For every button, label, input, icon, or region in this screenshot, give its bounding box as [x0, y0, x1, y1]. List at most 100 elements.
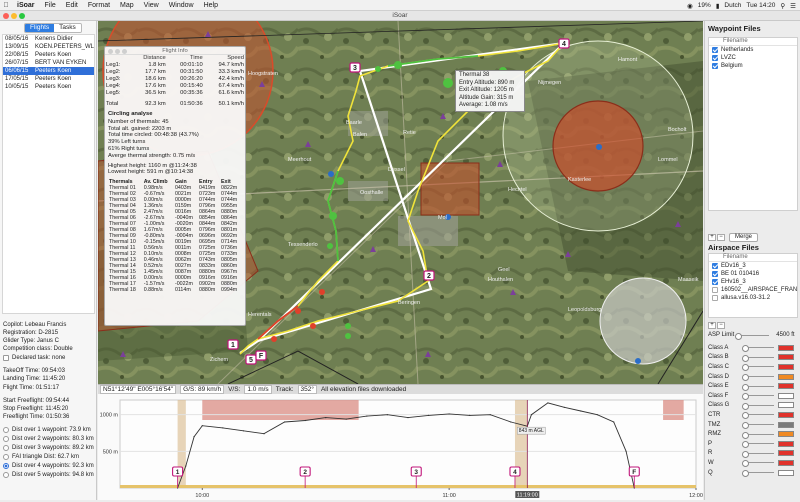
airspace-class-color-well[interactable] [778, 392, 794, 399]
checkbox[interactable] [712, 287, 718, 293]
airspace-file-row[interactable]: allusa.v16.03-31.2 [709, 294, 797, 302]
add-waypoint-button[interactable]: + [708, 234, 716, 241]
distance-option[interactable]: Dist over 3 waypoints: 89.2 km [3, 444, 96, 453]
thermal-row[interactable]: Thermal 18 0.88m/s 0114m 0880m 0994m [108, 287, 242, 293]
altitude-profile-chart[interactable]: 1000 m 500 m 10:00 11:00 12:00 11:19:00 843 m … [98, 394, 703, 500]
menu-window[interactable]: Window [164, 2, 199, 9]
airspace-zone[interactable] [420, 162, 480, 216]
close-window-button[interactable] [3, 13, 9, 19]
airspace-class-color-well[interactable] [778, 354, 794, 361]
airspace-class-color-well[interactable] [778, 459, 794, 466]
airspace-class-color-well[interactable] [778, 469, 794, 476]
turnpoint-marker[interactable]: 4 [558, 38, 570, 49]
airspace-class-slider[interactable] [742, 450, 774, 458]
zoom-window-button[interactable] [19, 13, 25, 19]
altitude-profile[interactable]: 1000 m 500 m 10:00 11:00 12:00 11:19:00 843 m … [98, 394, 703, 500]
airspace-class-slider[interactable] [742, 470, 774, 478]
search-icon[interactable]: ⚲ [780, 2, 785, 10]
radio-button[interactable] [3, 463, 9, 470]
wifi-icon[interactable]: ◉ [687, 2, 693, 10]
asp-limit-slider[interactable] [735, 332, 770, 340]
radio-button[interactable] [3, 427, 9, 434]
airspace-class-color-well[interactable] [778, 363, 794, 370]
distance-option[interactable]: Dist over 4 waypoints: 92.3 km [3, 462, 96, 471]
airspace-class-color-well[interactable] [778, 344, 794, 351]
airspace-class-slider[interactable] [742, 460, 774, 468]
waypoint-file-row[interactable]: Netherlands [709, 46, 797, 54]
flight-row[interactable]: 08/05/16 Kenens Didier [3, 35, 94, 43]
airspace-class-slider[interactable] [742, 412, 774, 420]
airspace-file-row[interactable]: BE 01 010416 [709, 270, 797, 278]
airspace-file-row[interactable]: EDv16_3 [709, 262, 797, 270]
airspace-class-color-well[interactable] [778, 402, 794, 409]
checkbox[interactable] [712, 263, 718, 269]
airspace-class-color-well[interactable] [778, 373, 794, 380]
distance-option[interactable]: Dist over 5 waypoints: 94.8 km [3, 471, 96, 480]
turnpoint-marker[interactable]: 3 [349, 62, 361, 73]
tab-tasks[interactable]: Tasks [54, 24, 81, 32]
flights-list[interactable]: 08/05/16 Kenens Didier 13/09/15 KOEN.PEETER… [2, 34, 95, 314]
turnpoint-marker[interactable]: 1 [227, 339, 239, 350]
add-airspace-button[interactable]: + [708, 322, 716, 329]
checkbox[interactable] [712, 271, 718, 277]
tab-flights[interactable]: Flights [25, 24, 55, 32]
radio-button[interactable] [3, 436, 9, 443]
airspace-class-color-well[interactable] [778, 421, 794, 428]
menu-format[interactable]: Format [83, 2, 115, 9]
flight-info-panel[interactable]: Flight Info Distance Time Speed Leg1: 1.8 k… [104, 46, 246, 326]
airspace-class-color-well[interactable] [778, 411, 794, 418]
airspace-class-slider[interactable] [742, 441, 774, 449]
radio-button[interactable] [3, 454, 9, 461]
distance-option[interactable]: Dist over 1 waypoint: 73.9 km [3, 426, 96, 435]
thermals-table[interactable]: Thermals Av. Climb Gain Entry Exit Thermal 0… [108, 179, 242, 293]
airspace-class-slider[interactable] [742, 354, 774, 362]
battery-icon[interactable]: ▮ [716, 2, 720, 10]
distance-option[interactable]: Dist over 2 waypoints: 80.3 km [3, 435, 96, 444]
checkbox[interactable] [712, 279, 718, 285]
checkbox[interactable] [712, 63, 718, 69]
apple-icon[interactable]:  [0, 2, 12, 9]
distance-option[interactable]: FAI triangle Dist: 62.7 km [3, 453, 96, 462]
checkbox[interactable] [712, 47, 718, 53]
expand-icon[interactable] [122, 49, 127, 54]
airspace-class-slider[interactable] [742, 374, 774, 382]
airspace-class-color-well[interactable] [778, 383, 794, 390]
flight-row[interactable]: 13/09/15 KOEN.PEETERS_WL [3, 43, 94, 51]
waypoint-files-list[interactable]: Filename Netherlands LVZC Belgium [708, 37, 798, 211]
checkbox[interactable] [712, 295, 718, 301]
airspace-class-slider[interactable] [742, 402, 774, 410]
battery-percent[interactable]: 19% [698, 2, 711, 9]
turnpoint-marker[interactable]: 5 [245, 354, 257, 365]
airspace-class-slider[interactable] [742, 345, 774, 353]
close-icon[interactable] [108, 49, 113, 54]
airspace-class-slider[interactable] [742, 364, 774, 372]
turnpoint-marker[interactable]: 2 [423, 270, 435, 281]
turnpoint-marker[interactable]: F [255, 350, 267, 361]
flight-row[interactable]: 22/08/15 Peeters Koen [3, 51, 94, 59]
menu-edit[interactable]: Edit [61, 2, 83, 9]
merge-button[interactable]: Merge [729, 233, 759, 242]
flight-row[interactable]: 10/05/15 Peeters Koen [3, 83, 94, 91]
remove-airspace-button[interactable]: − [717, 322, 725, 329]
minimize-icon[interactable] [115, 49, 120, 54]
airspace-class-slider[interactable] [742, 422, 774, 430]
airspace-class-slider[interactable] [742, 383, 774, 391]
flight-row[interactable]: 26/07/15 BERT VAN EYKEN [3, 59, 94, 67]
airspace-ctr[interactable] [599, 277, 687, 365]
airspace-file-row[interactable]: 160502__AIRSPACE_FRAN... [709, 286, 797, 294]
airspace-class-color-well[interactable] [778, 440, 794, 447]
remove-waypoint-button[interactable]: − [717, 234, 725, 241]
airspace-file-row[interactable]: EHv16_3 [709, 278, 797, 286]
declared-task-checkbox[interactable] [3, 354, 9, 361]
list-icon[interactable]: ☰ [790, 2, 796, 10]
airspace-class-slider[interactable] [742, 431, 774, 439]
menu-file[interactable]: File [40, 2, 61, 9]
radio-button[interactable] [3, 445, 9, 452]
waypoint-file-row[interactable]: Belgium [709, 62, 797, 70]
menu-app[interactable]: iSoar [12, 2, 40, 9]
clock[interactable]: Tue 14:20 [746, 2, 775, 9]
input-source[interactable]: Dutch [724, 2, 741, 9]
radio-button[interactable] [3, 472, 9, 479]
airspace-class-slider[interactable] [742, 393, 774, 401]
flight-row[interactable]: 06/06/15 Peeters Koen [3, 67, 94, 75]
